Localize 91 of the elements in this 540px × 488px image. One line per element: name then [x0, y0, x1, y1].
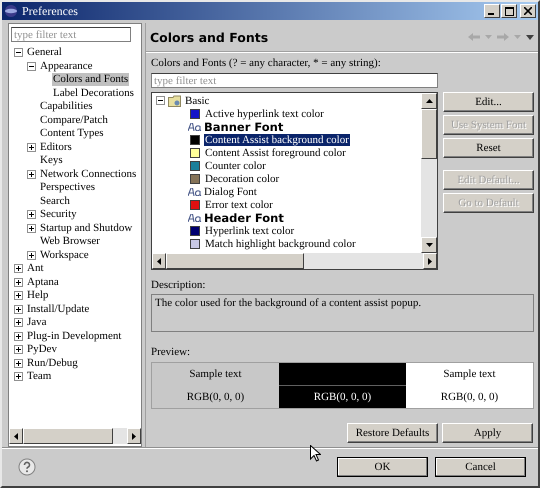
expand-icon[interactable]: [14, 345, 23, 354]
expand-icon[interactable]: [27, 224, 36, 233]
font-icon: [188, 122, 202, 130]
expand-icon[interactable]: [14, 332, 23, 341]
scrollbar-thumb[interactable]: [166, 253, 304, 269]
tree-item[interactable]: Counter color: [204, 160, 267, 172]
tree-item[interactable]: Aptana: [26, 276, 60, 289]
tree-item[interactable]: Workspace: [39, 248, 90, 262]
font-icon: [188, 214, 202, 222]
tree-item[interactable]: Hyperlink text color: [204, 224, 296, 236]
expand-icon[interactable]: [14, 264, 23, 274]
cancel-button[interactable]: Cancel: [435, 457, 526, 477]
tree-item[interactable]: Content Assist background color: [204, 134, 350, 146]
expand-icon[interactable]: [14, 278, 23, 287]
expand-icon[interactable]: [27, 250, 36, 260]
tree-item[interactable]: Startup and Shutdow: [39, 222, 134, 235]
expand-icon[interactable]: [27, 170, 36, 179]
tree-item[interactable]: Install/Update: [26, 302, 90, 316]
filter-field[interactable]: type filter text: [11, 27, 131, 42]
help-icon[interactable]: [18, 458, 36, 476]
menu-icon[interactable]: [526, 34, 534, 40]
tree-item[interactable]: Content Assist foreground color: [204, 146, 347, 158]
tree-item[interactable]: Help: [26, 289, 50, 302]
tree-item[interactable]: Content Types: [39, 127, 104, 140]
tree-item[interactable]: Network Connections: [39, 168, 138, 181]
close-button[interactable]: [520, 4, 536, 18]
window-title: Preferences: [22, 4, 79, 18]
tree-item[interactable]: Header Font: [203, 212, 285, 224]
tree-item[interactable]: Team: [26, 370, 52, 384]
tree-item[interactable]: Error text color: [204, 198, 274, 210]
tree-item[interactable]: Web Browser: [39, 235, 101, 248]
rgb-value: RGB(0, 0, 0): [440, 390, 500, 405]
expand-icon[interactable]: [27, 142, 36, 152]
close-icon[interactable]: [524, 7, 532, 15]
apply-button[interactable]: Apply: [442, 423, 533, 443]
mouse-cursor-icon: [310, 445, 321, 462]
tree-item[interactable]: Compare/Patch: [39, 114, 109, 127]
sample-text: Sample text: [188, 367, 243, 382]
action-button[interactable]: Reset: [443, 138, 534, 158]
filter-field[interactable]: type filter text: [151, 73, 438, 88]
restore-defaults-button[interactable]: Restore Defaults: [347, 423, 438, 443]
tree-item[interactable]: Label Decorations: [52, 86, 135, 100]
tree-item[interactable]: Plug-in Development: [26, 330, 122, 343]
tree-item[interactable]: Banner Font: [203, 120, 284, 132]
horizontal-scrollbar[interactable]: [152, 253, 437, 269]
font-icon: [188, 188, 202, 196]
expand-icon[interactable]: [14, 372, 23, 382]
globe-icon: [4, 4, 18, 18]
action-button[interactable]: Edit...: [443, 92, 534, 112]
tree-item[interactable]: Editors: [39, 140, 73, 154]
horizontal-scrollbar[interactable]: [9, 428, 141, 444]
ok-button[interactable]: OK: [337, 457, 428, 477]
tree-item[interactable]: Capabilities: [39, 100, 94, 114]
collapse-icon[interactable]: [27, 62, 36, 71]
expand-icon[interactable]: [14, 291, 23, 300]
tree-item[interactable]: Search: [39, 194, 71, 208]
minimize-button[interactable]: [484, 4, 500, 18]
preview-label: Preview:: [151, 346, 192, 359]
description-text: The color used for the background of a content assist popup.: [151, 294, 534, 332]
tree-item[interactable]: Basic: [184, 94, 210, 106]
page-title: Colors and Fonts: [150, 30, 270, 44]
description-label: Description:: [151, 279, 206, 292]
scrollbar-thumb[interactable]: [23, 428, 113, 444]
filter-label: Colors and Fonts (? = any character, * = any string):: [151, 57, 382, 70]
collapse-icon[interactable]: [156, 96, 165, 105]
tree-item[interactable]: Keys: [39, 154, 64, 168]
tree-item[interactable]: Appearance: [39, 60, 94, 73]
folder-icon: [168, 94, 181, 106]
tree-item[interactable]: Match highlight background color: [204, 238, 357, 250]
tree-item[interactable]: Perspectives: [39, 181, 96, 194]
scrollbar-thumb[interactable]: [421, 109, 437, 159]
expand-icon[interactable]: [14, 318, 23, 328]
expand-icon[interactable]: [27, 210, 36, 220]
expand-icon[interactable]: [14, 304, 23, 314]
vertical-scrollbar[interactable]: [421, 93, 437, 253]
tree-item[interactable]: PyDev: [26, 343, 58, 356]
tree-item[interactable]: Security: [39, 208, 78, 222]
tree-item[interactable]: Run/Debug: [26, 356, 79, 370]
rgb-value: RGB(0, 0, 0): [186, 390, 246, 405]
tree-item[interactable]: Decoration color: [204, 172, 280, 184]
tree-item[interactable]: Dialog Font: [203, 186, 258, 198]
maximize-button[interactable]: [501, 4, 517, 18]
maximize-icon[interactable]: [504, 6, 514, 16]
tree-item[interactable]: General: [26, 46, 63, 60]
collapse-icon[interactable]: [14, 48, 23, 58]
tree-item[interactable]: Colors and Fonts: [52, 73, 130, 86]
sample-text: Sample text: [442, 367, 497, 382]
expand-icon[interactable]: [14, 358, 23, 368]
tree-item[interactable]: Ant: [26, 262, 44, 276]
tree-item[interactable]: Active hyperlink text color: [204, 108, 325, 120]
tree-item[interactable]: Java: [26, 316, 48, 330]
